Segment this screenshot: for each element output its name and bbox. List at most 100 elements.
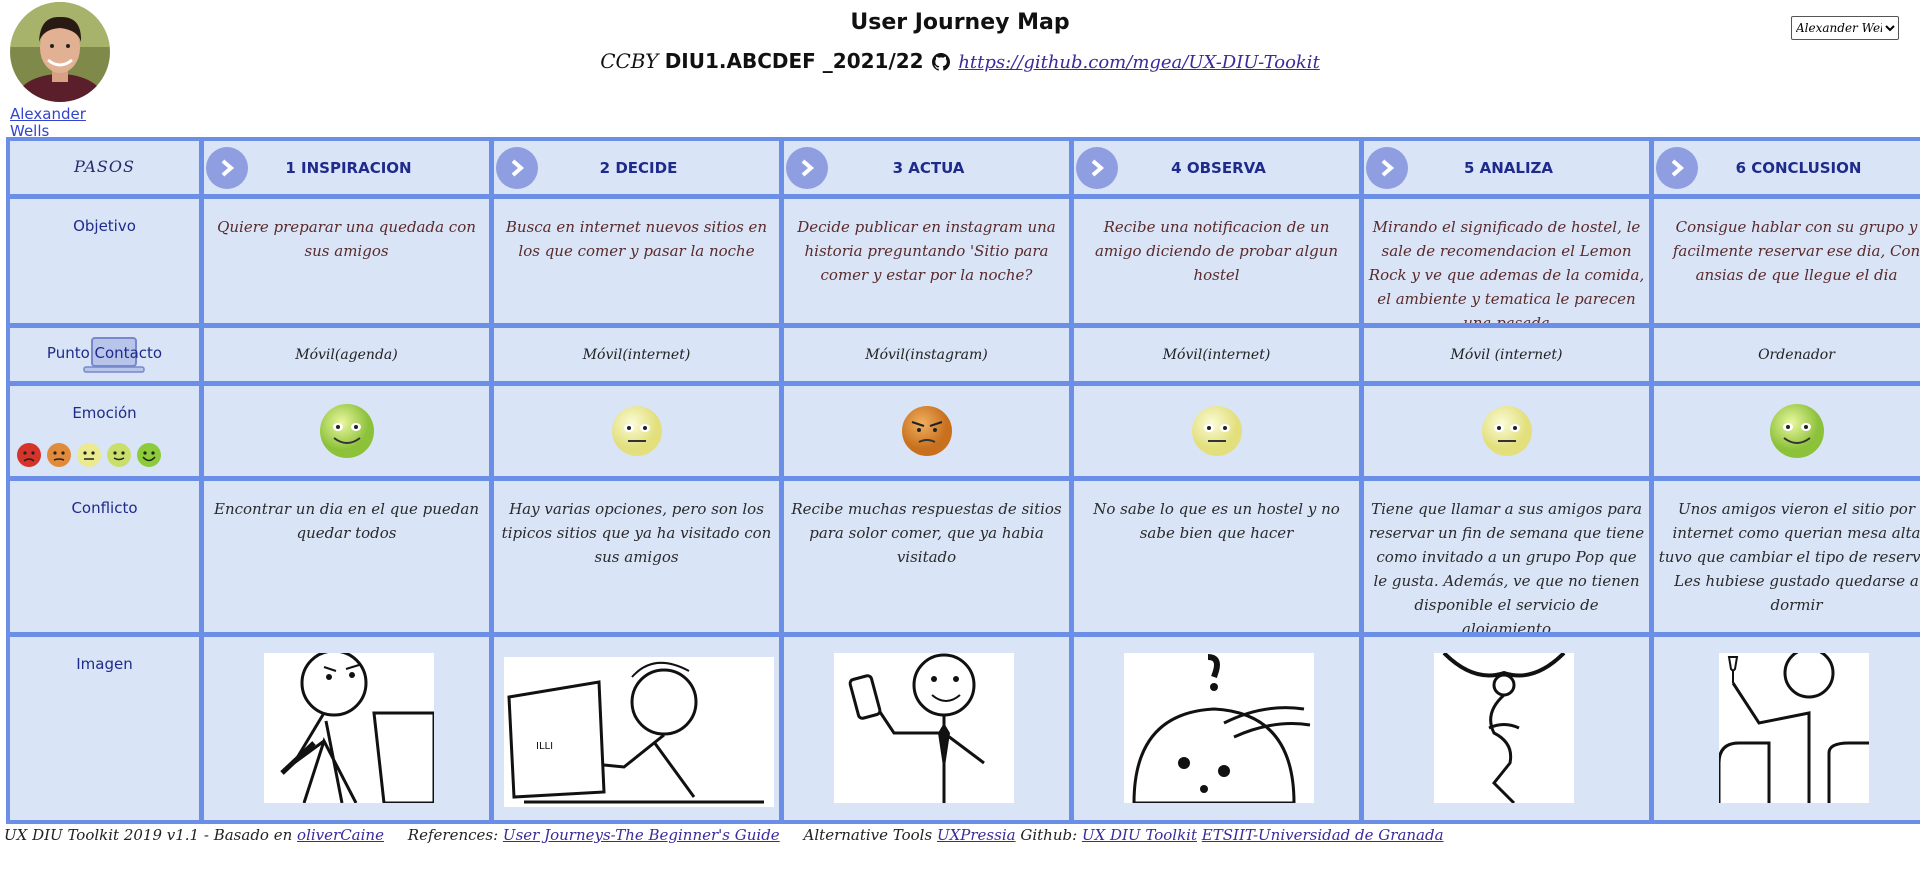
step-header-3[interactable]: 3 ACTUA: [784, 141, 1069, 194]
conflict-cell-4: No sabe lo que es un hostel y no sabe bi…: [1074, 481, 1359, 632]
github-icon: [931, 52, 950, 76]
course-label: DIU1.ABCDEF _2021/22: [664, 49, 924, 73]
image-cell-5: [1364, 637, 1649, 820]
step-header-6[interactable]: 6 CONCLUSION: [1654, 141, 1920, 194]
contact-cell-2: Móvil(internet): [494, 328, 779, 381]
conflict-text: No sabe lo que es un hostel y no sabe bi…: [1093, 500, 1340, 542]
contact-cell-6: Ordenador: [1654, 328, 1920, 381]
conflict-cell-5: Tiene que llamar a sus amigos para reser…: [1364, 481, 1649, 632]
phone-person-illustration: [834, 653, 1014, 803]
chevron-right-icon[interactable]: [1366, 146, 1408, 189]
neutral-face-icon: [77, 443, 101, 467]
footer-references-link[interactable]: User Journeys-The Beginner's Guide: [503, 826, 780, 844]
step-header-5[interactable]: 5 ANALIZA: [1364, 141, 1649, 194]
chevron-right-icon[interactable]: [206, 146, 248, 189]
contact-text: Ordenador: [1758, 346, 1835, 363]
row-label-emocion: Emoción: [10, 386, 199, 476]
footer-github-label: Github:: [1020, 826, 1078, 844]
emotion-cell-1: [204, 386, 489, 476]
contact-text: Móvil(agenda): [295, 346, 398, 363]
journey-map-grid: PASOS Objetivo Punto Contacto Emoción Co…: [6, 137, 1920, 824]
footer-alt-link[interactable]: UXPressia: [937, 826, 1016, 844]
goal-cell-2: Busca en internet nuevos sitios en los q…: [494, 199, 779, 323]
footer-toolkit-text: UX DIU Toolkit 2019 v1.1 - Basado en: [4, 826, 293, 844]
row-label-pasos: PASOS: [10, 141, 199, 194]
image-cell-3: [784, 637, 1069, 820]
persona-select[interactable]: Alexander Wells: [1791, 16, 1899, 40]
row-label-contacto: Punto Contacto: [10, 328, 199, 381]
goal-text: Recibe una notificacion de un amigo dici…: [1094, 218, 1339, 284]
content-face-icon: [107, 443, 131, 467]
toasting-person-illustration: [1719, 653, 1869, 803]
footer-github-link[interactable]: UX DIU Toolkit: [1082, 826, 1197, 844]
conflict-text: Encontrar un dia en el que puedan quedar…: [214, 500, 479, 542]
neutral-face-icon: [611, 406, 662, 456]
chevron-right-icon[interactable]: [496, 146, 538, 189]
chevron-right-icon[interactable]: [1076, 146, 1118, 189]
row-label-conflicto: Conflicto: [10, 481, 199, 632]
conflict-text: Tiene que llamar a sus amigos para reser…: [1368, 500, 1645, 632]
contact-text: Móvil (internet): [1450, 346, 1563, 363]
subtitle-line: CCBY DIU1.ABCDEF _2021/22 https://github…: [0, 49, 1920, 76]
conflict-text: Recibe muchas respuestas de sitios para …: [791, 500, 1062, 566]
step-title: 3 ACTUA: [892, 158, 965, 177]
svg-text:ILLI: ILLI: [536, 741, 553, 752]
emotion-cell-6: [1654, 386, 1920, 476]
chevron-right-icon[interactable]: [1656, 146, 1698, 189]
conflict-cell-2: Hay varias opciones, pero son los tipico…: [494, 481, 779, 632]
goal-text: Busca en internet nuevos sitios en los q…: [505, 218, 768, 260]
laptop-person-illustration: ILLI: [504, 657, 774, 807]
contact-cell-5: Móvil (internet): [1364, 328, 1649, 381]
step-header-1[interactable]: 1 INSPIRACION: [204, 141, 489, 194]
step-title: 2 DECIDE: [599, 158, 678, 177]
step-header-4[interactable]: 4 OBSERVA: [1074, 141, 1359, 194]
conflict-cell-3: Recibe muchas respuestas de sitios para …: [784, 481, 1069, 632]
conflict-text: Unos amigos vieron el sitio por internet…: [1658, 500, 1920, 614]
step-title: 5 ANALIZA: [1463, 158, 1554, 177]
conflict-cell-6: Unos amigos vieron el sitio por internet…: [1654, 481, 1920, 632]
contact-cell-4: Móvil(internet): [1074, 328, 1359, 381]
image-cell-2: ILLI: [494, 637, 779, 820]
emotion-cell-3: [784, 386, 1069, 476]
footer-alt-label: Alternative Tools: [803, 826, 933, 844]
emotion-cell-4: [1074, 386, 1359, 476]
happy-face-icon: [319, 404, 374, 458]
very-angry-face-icon: [17, 443, 41, 467]
annoyed-face-icon: [901, 406, 952, 456]
row-label-imagen: Imagen: [10, 637, 199, 820]
goal-text: Mirando el significado de hostel, le sal…: [1368, 218, 1645, 323]
header: User Journey Map CCBY DIU1.ABCDEF _2021/…: [0, 10, 1920, 76]
step-title: 6 CONCLUSION: [1735, 158, 1862, 177]
step-title: 1 INSPIRACION: [285, 158, 412, 177]
contact-cell-1: Móvil(agenda): [204, 328, 489, 381]
happy-face-icon: [137, 443, 161, 467]
goal-text: Decide publicar en instagram una histori…: [797, 218, 1056, 284]
row-label-objetivo: Objetivo: [10, 199, 199, 323]
pondering-person-illustration: [1434, 653, 1574, 803]
persona-name-link[interactable]: Alexander Wells: [10, 106, 100, 140]
image-cell-4: [1074, 637, 1359, 820]
objetivo-label: Objetivo: [73, 217, 136, 235]
goal-text: Consigue hablar con su grupo y facilment…: [1672, 218, 1920, 284]
page-title: User Journey Map: [850, 10, 1070, 35]
contact-cell-3: Móvil(instagram): [784, 328, 1069, 381]
footer-etsiit-link[interactable]: ETSIIT-Universidad de Granada: [1202, 826, 1444, 844]
contacto-label: Punto Contacto: [46, 344, 163, 362]
thinking-person-illustration: [264, 653, 434, 803]
neutral-face-icon: [1191, 406, 1242, 456]
license-label: CCBY: [600, 49, 659, 73]
footer-references-label: References:: [407, 826, 499, 844]
neutral-face-icon: [1481, 406, 1532, 456]
goal-cell-4: Recibe una notificacion de un amigo dici…: [1074, 199, 1359, 323]
conflicto-label: Conflicto: [71, 499, 138, 517]
emotion-cell-5: [1364, 386, 1649, 476]
imagen-label: Imagen: [76, 655, 133, 673]
surprised-person-illustration: [1124, 653, 1314, 803]
contact-text: Móvil(internet): [582, 346, 691, 363]
emocion-label: Emoción: [72, 404, 137, 422]
step-header-2[interactable]: 2 DECIDE: [494, 141, 779, 194]
footer-base-link[interactable]: oliverCaine: [297, 826, 384, 844]
pasos-label: PASOS: [74, 157, 135, 176]
chevron-right-icon[interactable]: [786, 146, 828, 189]
repo-link[interactable]: https://github.com/mgea/UX-DIU-Tookit: [958, 52, 1320, 73]
